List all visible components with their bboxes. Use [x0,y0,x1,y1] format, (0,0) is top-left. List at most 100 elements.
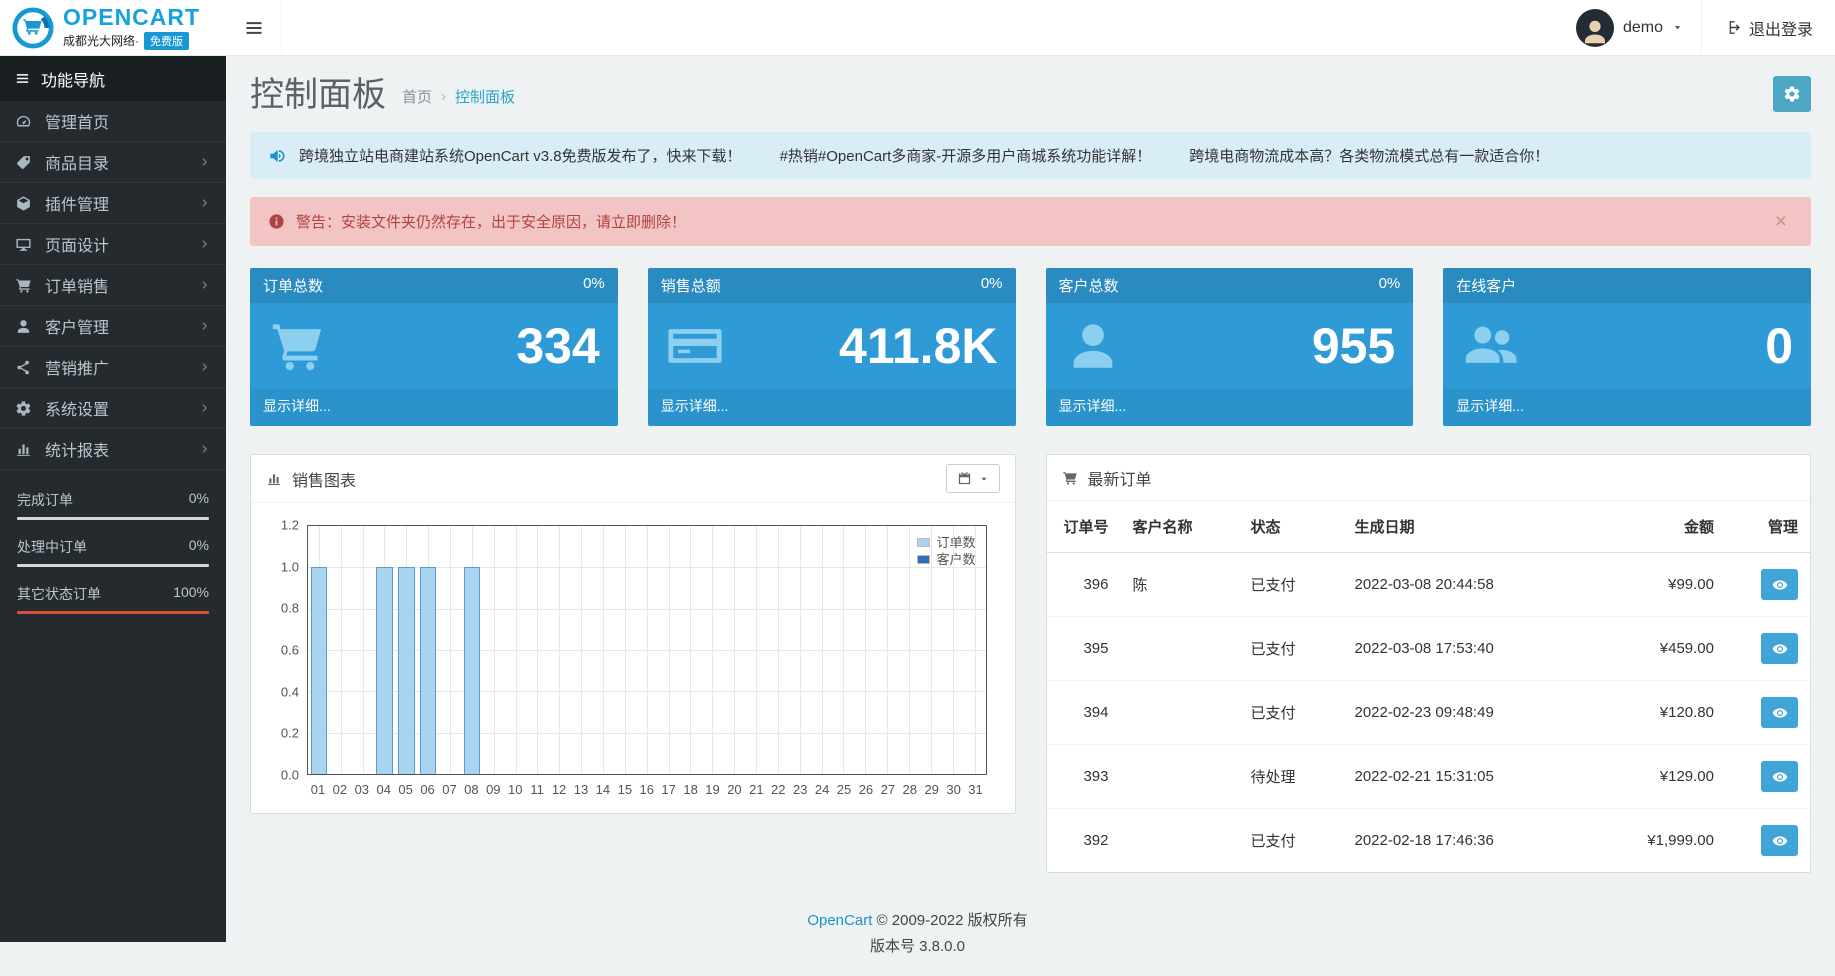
order-status: 已支付 [1239,809,1343,873]
sidebar-toggle-button[interactable] [226,0,282,55]
tile-value: 411.8K [839,321,997,371]
sidebar-item-sales[interactable]: 订单销售 [0,265,226,306]
order-date: 2022-02-21 15:31:05 [1343,745,1577,809]
cart-icon [15,277,32,294]
order-actions [1726,809,1810,873]
gridline [712,526,713,774]
opencart-footer-link[interactable]: OpenCart [807,912,872,929]
nav-header-label: 功能导航 [41,67,105,91]
sidebar-item-catalog[interactable]: 商品目录 [0,142,226,183]
logout-button[interactable]: 退出登录 [1701,0,1835,55]
gridline [975,526,976,774]
sidebar-item-extensions[interactable]: 插件管理 [0,183,226,224]
tile-details-link[interactable]: 显示详细... [648,389,1016,426]
view-order-button[interactable] [1761,569,1798,600]
sidebar-item-dashboard[interactable]: 管理首页 [0,101,226,142]
order-status: 已支付 [1239,553,1343,617]
speaker-icon [268,147,286,165]
table-row: 394已支付2022-02-23 09:48:49¥120.80 [1047,681,1811,745]
gear-icon [15,400,32,417]
site-footer: OpenCart © 2009-2022 版权所有 版本号 3.8.0.0 [0,873,1835,976]
announcement-link[interactable]: 跨境独立站电商建站系统OpenCart v3.8免费版发布了，快来下载！ [299,148,742,165]
gridline [516,526,517,774]
gridline [581,526,582,774]
sidebar-item-label: 系统设置 [45,396,109,420]
table-row: 396陈已支付2022-03-08 20:44:58¥99.00 [1047,553,1811,617]
sidebar-item-marketing[interactable]: 营销推广 [0,347,226,388]
gridline [669,526,670,774]
person-icon [1580,17,1610,47]
order-id: 396 [1047,553,1121,617]
stat-tiles: 订单总数0% 334 显示详细...销售总额0% 411.8K 显示详细...客… [250,268,1811,426]
x-axis-tick-label: 22 [771,782,785,797]
sidebar-item-reports[interactable]: 统计报表 [0,429,226,470]
order-total: ¥1,999.00 [1576,809,1726,873]
order-status: 待处理 [1239,745,1343,809]
gridline [537,526,538,774]
cart-icon [268,317,326,375]
tile-details-link[interactable]: 显示详细... [1046,389,1414,426]
breadcrumb-separator: › [441,88,446,105]
x-axis-tick-label: 25 [837,782,851,797]
sidebar: 功能导航 管理首页商品目录插件管理页面设计订单销售客户管理营销推广系统设置统计报… [0,56,226,942]
gridline [778,526,779,774]
version-text: 版本号 3.8.0.0 [0,935,1835,956]
chart-date-range-button[interactable] [946,464,1000,493]
cart-icon [1062,470,1078,486]
sidebar-menu: 管理首页商品目录插件管理页面设计订单销售客户管理营销推广系统设置统计报表 [0,101,226,470]
x-axis-tick-label: 31 [968,782,982,797]
user-menu[interactable]: demo [1558,0,1701,55]
stat-value: 100% [173,584,209,604]
stat-tile: 在线客户 0 显示详细... [1443,268,1811,426]
sidebar-item-label: 订单销售 [45,273,109,297]
y-axis-tick-label: 0.2 [263,726,299,741]
x-axis-tick-label: 17 [661,782,675,797]
dashboard-settings-button[interactable] [1773,76,1811,112]
gridline [690,526,691,774]
announcement-link[interactable]: #热销#OpenCart多商家-开源多用户商城系统功能详解！ [780,148,1152,165]
gridline [341,526,342,774]
view-order-button[interactable] [1761,697,1798,728]
legend-label: 订单数 [936,534,975,551]
view-order-button[interactable] [1761,761,1798,792]
gridline [953,526,954,774]
x-axis-tick-label: 04 [376,782,390,797]
tile-title: 在线客户 [1456,275,1516,296]
gridline [450,526,451,774]
caret-down-icon [979,474,989,484]
view-order-button[interactable] [1761,825,1798,856]
view-order-button[interactable] [1761,633,1798,664]
gridline [865,526,866,774]
opencart-logo-icon [12,7,54,49]
y-axis-tick-label: 0.4 [263,684,299,699]
user-icon [15,318,32,335]
calendar-icon [957,471,972,486]
alert-close-button[interactable]: × [1769,210,1793,233]
order-id: 392 [1047,809,1121,873]
announcement-link[interactable]: 跨境电商物流成本高？各类物流模式总有一款适合你！ [1189,148,1549,165]
tile-details-link[interactable]: 显示详细... [1443,389,1811,426]
order-date: 2022-03-08 17:53:40 [1343,617,1577,681]
logout-label: 退出登录 [1749,16,1813,40]
app-logo[interactable]: OPENCART 成都光大网络· 免费版 [0,0,226,55]
logo-subtitle: 成都光大网络· [63,32,139,49]
opencart-wordmark: OPENCART [63,5,200,29]
tile-details-link[interactable]: 显示详细... [250,389,618,426]
gridline [756,526,757,774]
sidebar-item-customers[interactable]: 客户管理 [0,306,226,347]
order-actions [1726,681,1810,745]
x-axis-tick-label: 20 [727,782,741,797]
sidebar-item-system[interactable]: 系统设置 [0,388,226,429]
sidebar-item-label: 商品目录 [45,150,109,174]
order-stat: 处理中订单0% [17,537,209,567]
orders-column-header: 金额 [1576,501,1726,553]
legend-entry: 客户数 [917,551,975,568]
sidebar-item-design[interactable]: 页面设计 [0,224,226,265]
announcement-bar: 跨境独立站电商建站系统OpenCart v3.8免费版发布了，快来下载！ #热销#… [250,132,1811,179]
breadcrumb-home-link[interactable]: 首页 [402,86,432,107]
gridline [843,526,844,774]
gridline [647,526,648,774]
breadcrumb-current-link[interactable]: 控制面板 [455,86,515,107]
eye-icon [1772,833,1788,849]
x-axis-tick-label: 30 [946,782,960,797]
